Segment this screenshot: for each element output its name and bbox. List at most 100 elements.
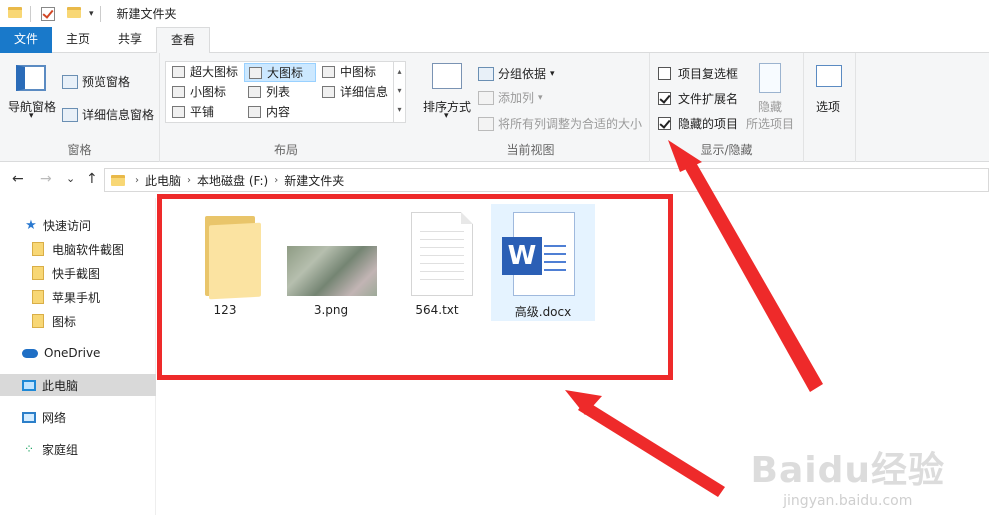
gallery-more-icon[interactable]: ▾ [394, 100, 405, 119]
layout-gallery: 超大图标 大图标 中图标 小图标 列表 详细信息 平铺 内容 ▴ ▾ ▾ [165, 61, 406, 123]
file-extensions-toggle[interactable]: 文件扩展名 [658, 90, 738, 107]
new-folder-icon[interactable] [67, 6, 81, 21]
layout-option-label: 详细信息 [340, 85, 389, 99]
tab-home[interactable]: 主页 [52, 27, 104, 53]
properties-icon[interactable] [41, 6, 55, 21]
fit-columns-icon [478, 116, 494, 131]
tab-view[interactable]: 查看 [156, 27, 211, 54]
layout-medium-icons[interactable]: 中图标 [318, 63, 393, 82]
sidebar-item-label: 图标 [52, 314, 77, 329]
options-icon [816, 65, 842, 87]
file-name: 564.txt [415, 303, 459, 317]
layout-option-label: 小图标 [190, 85, 227, 99]
up-arrow-icon[interactable]: ↑ [86, 171, 98, 187]
group-by-chevron-icon: ▾ [550, 68, 555, 79]
layout-extra-large-icons[interactable]: 超大图标 [168, 63, 243, 82]
sidebar-item-pinned[interactable]: 图标 [0, 310, 156, 332]
add-column-chevron-icon: ▾ [538, 92, 543, 103]
scroll-down-icon[interactable]: ▾ [394, 81, 405, 100]
layout-gallery-scrollbar[interactable]: ▴ ▾ ▾ [393, 62, 405, 122]
details-pane-label: 详细信息窗格 [82, 108, 155, 122]
layout-details[interactable]: 详细信息 [318, 83, 393, 102]
customize-quick-access-chevron-icon[interactable]: ▾ [89, 9, 94, 19]
sidebar-item-pinned[interactable]: 快手截图 [0, 262, 156, 284]
breadcrumb-separator-icon[interactable]: › [187, 175, 191, 186]
options-label[interactable]: 选项 [816, 98, 840, 115]
hide-selected-label-2[interactable]: 所选项目 [746, 115, 794, 132]
content-icon [248, 106, 261, 118]
sidebar-item-homegroup[interactable]: ⁘ 家庭组 [0, 438, 156, 460]
address-bar[interactable]: › 此电脑 › 本地磁盘 (F:) › 新建文件夹 [104, 168, 989, 192]
tab-file[interactable]: 文件 [0, 27, 52, 53]
options-group: 选项 [804, 53, 856, 162]
list-icon [248, 86, 261, 98]
tab-share[interactable]: 共享 [104, 27, 156, 53]
fit-columns-button[interactable]: 将所有列调整为合适的大小 [478, 115, 642, 132]
file-item-text[interactable]: 564.txt [385, 204, 489, 321]
file-item-image[interactable]: 3.png [279, 204, 383, 321]
layout-option-label: 列表 [266, 85, 291, 99]
file-item-word[interactable]: W 高级.docx [491, 204, 595, 321]
layout-content[interactable]: 内容 [244, 103, 316, 122]
hidden-items-checkbox[interactable] [658, 117, 671, 130]
watermark-logo-text: Baidu经验 [750, 450, 945, 491]
medium-icons-icon [322, 66, 335, 78]
layout-small-icons[interactable]: 小图标 [168, 83, 243, 102]
folder-icon [32, 266, 44, 280]
file-name: 123 [213, 303, 237, 317]
current-view-group: 排序方式 ▾ 分组依据 ▾ 添加列 ▾ 将所有列调整为合适的大小 当前视图 [412, 53, 650, 162]
file-extensions-checkbox[interactable] [658, 92, 671, 105]
recent-locations-chevron-icon[interactable]: ⌄ [66, 172, 75, 185]
text-document-icon [411, 212, 473, 296]
item-checkboxes-checkbox[interactable] [658, 67, 671, 80]
add-column-button[interactable]: 添加列 ▾ [478, 89, 543, 106]
folder-icon [8, 6, 24, 21]
nav-pane-icon [16, 65, 46, 91]
breadcrumb-this-pc[interactable]: 此电脑 [145, 172, 181, 189]
breadcrumb-new-folder[interactable]: 新建文件夹 [284, 172, 344, 189]
layout-tiles[interactable]: 平铺 [168, 103, 243, 122]
sort-by-chevron-icon[interactable]: ▾ [444, 111, 449, 121]
title-bar: ▾ 新建文件夹 [0, 0, 989, 27]
options-button[interactable] [816, 65, 846, 87]
back-arrow-icon[interactable]: ← [12, 171, 24, 187]
sort-by-button[interactable] [432, 63, 466, 89]
sidebar-item-quick-access[interactable]: ★ 快速访问 [0, 214, 156, 236]
breadcrumb-local-disk[interactable]: 本地磁盘 (F:) [197, 172, 268, 189]
cloud-icon [22, 348, 38, 358]
file-item-folder[interactable]: 123 [173, 204, 277, 321]
nav-pane-chevron-icon[interactable]: ▾ [29, 111, 34, 121]
sidebar-item-label: 苹果手机 [52, 290, 101, 305]
breadcrumb-separator-icon[interactable]: › [135, 175, 139, 186]
watermark: Baidu经验 jingyan.baidu.com [751, 441, 945, 509]
nav-pane-button[interactable] [16, 65, 46, 91]
sidebar-item-network[interactable]: 网络 [0, 406, 156, 428]
item-checkboxes-toggle[interactable]: 项目复选框 [658, 65, 738, 82]
preview-pane-button[interactable]: 预览窗格 [62, 73, 130, 90]
hide-selected-label-1[interactable]: 隐藏 [758, 98, 782, 115]
hide-selected-icon [759, 63, 781, 93]
details-pane-button[interactable]: 详细信息窗格 [62, 106, 154, 123]
sidebar-item-pinned[interactable]: 苹果手机 [0, 286, 156, 308]
star-icon: ★ [25, 217, 37, 233]
navigation-pane: ★ 快速访问 电脑软件截图 快手截图 苹果手机 图标 OneDrive 此电脑 … [0, 198, 156, 515]
panes-group-label: 窗格 [67, 143, 92, 157]
layout-list[interactable]: 列表 [244, 83, 316, 102]
sidebar-item-this-pc[interactable]: 此电脑 [0, 374, 156, 396]
sidebar-item-label: 网络 [42, 410, 67, 425]
preview-pane-label: 预览窗格 [82, 75, 131, 89]
sidebar-item-pinned[interactable]: 电脑软件截图 [0, 238, 156, 260]
forward-arrow-icon[interactable]: → [40, 171, 52, 187]
file-name: 3.png [313, 303, 349, 317]
group-by-button[interactable]: 分组依据 ▾ [478, 65, 555, 82]
item-checkboxes-label: 项目复选框 [678, 67, 739, 81]
group-by-label: 分组依据 [498, 67, 547, 81]
scroll-up-icon[interactable]: ▴ [394, 62, 405, 81]
file-name: 高级.docx [514, 305, 572, 319]
breadcrumb-separator-icon[interactable]: › [274, 175, 278, 186]
word-badge: W [502, 237, 542, 275]
layout-large-icons[interactable]: 大图标 [244, 63, 316, 82]
sidebar-item-onedrive[interactable]: OneDrive [0, 342, 156, 364]
hide-selected-button[interactable] [759, 63, 785, 93]
hidden-items-toggle[interactable]: 隐藏的项目 [658, 115, 738, 132]
